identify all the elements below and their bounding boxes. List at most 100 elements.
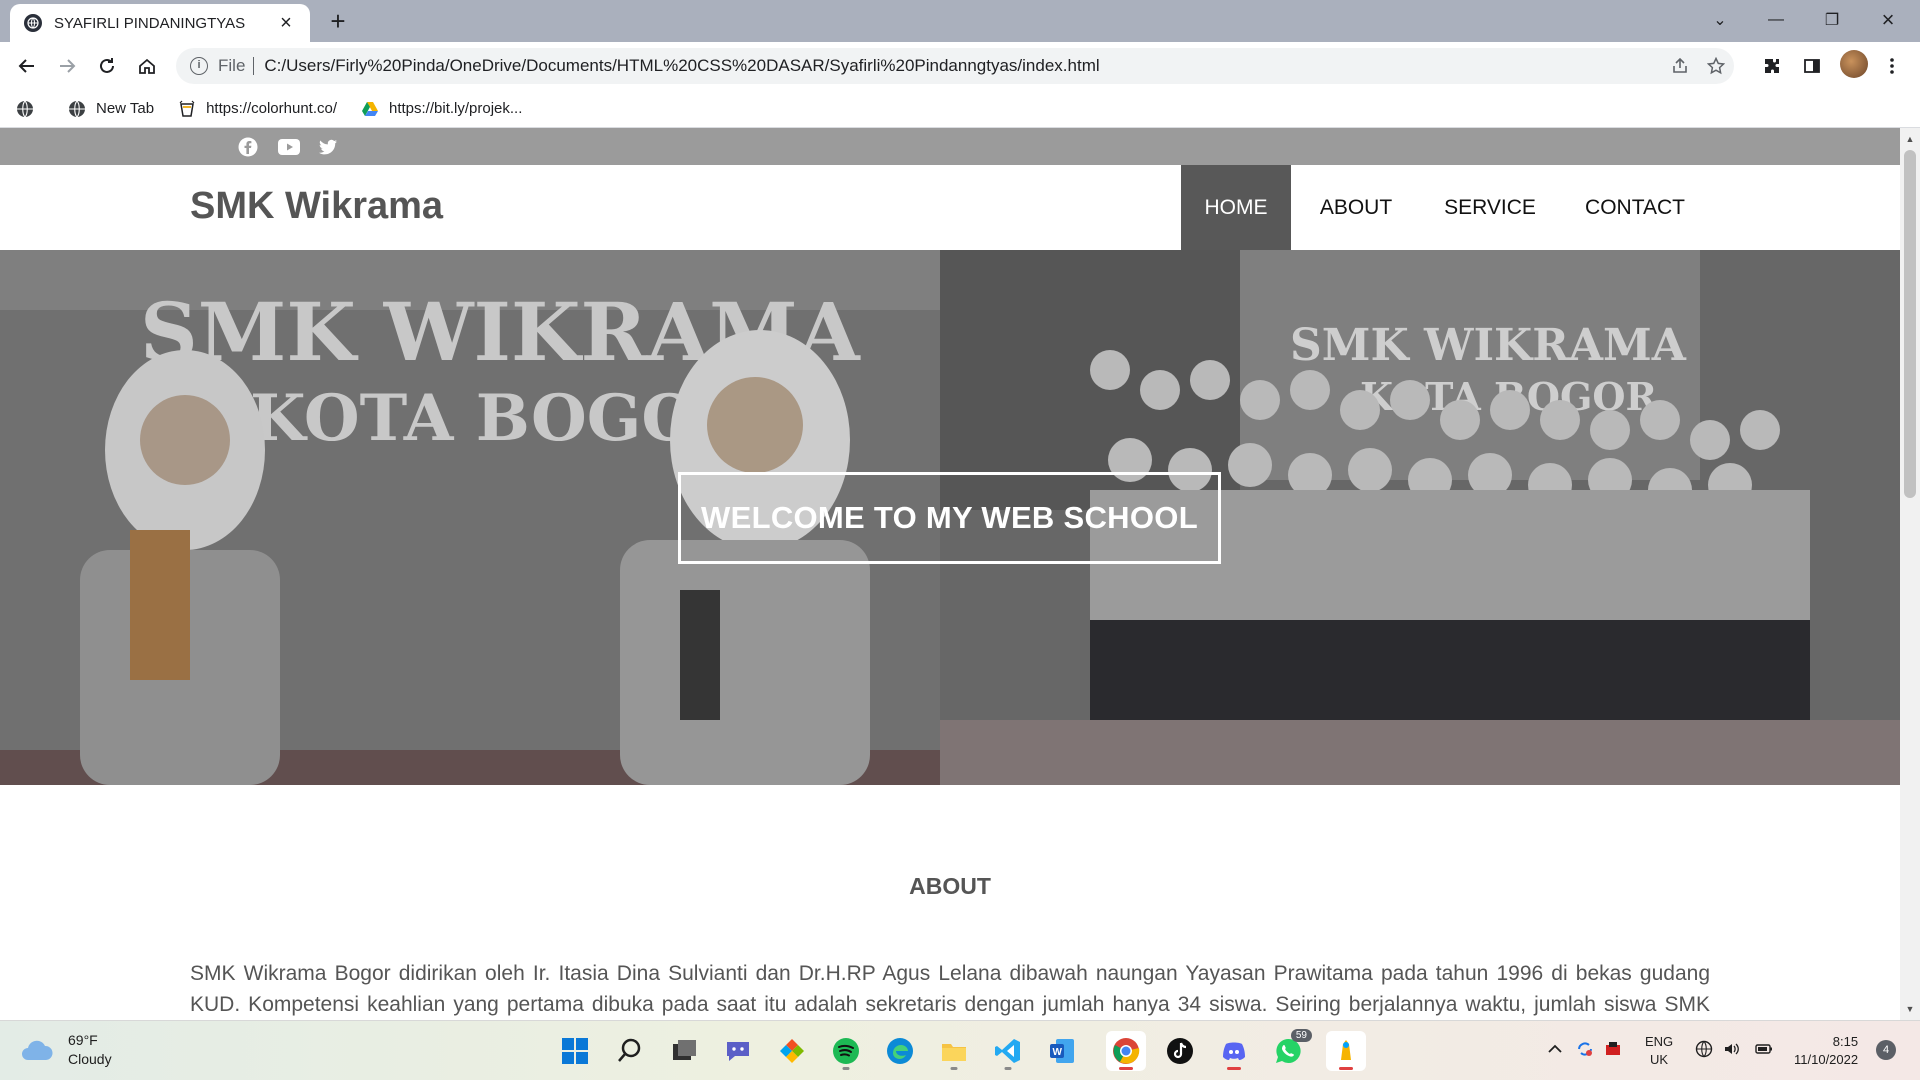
word-button[interactable]: W [1042, 1031, 1082, 1071]
home-button[interactable] [131, 50, 163, 82]
task-view-button[interactable] [664, 1031, 704, 1071]
restore-button[interactable]: ❐ [1804, 0, 1860, 40]
facebook-icon[interactable] [237, 136, 259, 158]
nav-service[interactable]: SERVICE [1421, 165, 1559, 250]
battery-icon[interactable] [1752, 1037, 1776, 1061]
globe-icon [68, 100, 86, 118]
extensions-icon[interactable] [1756, 50, 1788, 82]
page-viewport: SMK Wikrama HOME ABOUT SERVICE CONTACT S… [0, 128, 1900, 1020]
lang-line1: ENG [1645, 1034, 1674, 1049]
nav-about[interactable]: ABOUT [1291, 165, 1421, 250]
language-indicator[interactable]: ENG UK [1645, 1033, 1673, 1069]
arrow-left-icon [18, 59, 34, 73]
teams-chat-icon [727, 1042, 749, 1061]
show-hidden-icons[interactable] [1543, 1037, 1567, 1061]
browser-tab[interactable]: SYAFIRLI PINDANINGTYAS × [10, 4, 310, 42]
clock-time: 8:15 [1832, 1034, 1859, 1049]
scroll-thumb[interactable] [1904, 150, 1916, 498]
word-icon: W [1050, 1039, 1074, 1063]
minimize-button[interactable]: — [1748, 0, 1804, 40]
bookmarks-bar: New Tab https://colorhunt.co/ https://bi… [0, 90, 1920, 128]
hero-banner: SMK WIKRAMA KOTA BOGOR SMK WIKRAMA KOTA … [0, 250, 1900, 785]
globe-icon [24, 14, 42, 32]
forward-button[interactable] [51, 50, 83, 82]
weather-widget[interactable]: 69°F Cloudy [20, 1031, 112, 1069]
social-topbar [0, 128, 1900, 165]
search-button[interactable] [610, 1031, 650, 1071]
close-window-button[interactable]: × [1860, 0, 1916, 40]
folder-icon [942, 1044, 966, 1061]
volume-icon[interactable] [1720, 1037, 1744, 1061]
bookmark-label: https://bit.ly/projek... [389, 100, 523, 117]
app-tray-icon[interactable] [1601, 1037, 1625, 1061]
search-icon [618, 1038, 641, 1062]
vscode-icon [995, 1039, 1020, 1063]
spotify-icon [833, 1038, 859, 1064]
chrome-button[interactable] [1106, 1031, 1146, 1071]
profile-avatar[interactable] [1840, 50, 1868, 78]
running-indicator [950, 1067, 958, 1070]
star-icon[interactable] [1698, 48, 1734, 84]
system-clock[interactable]: 8:15 11/10/2022 [1794, 1033, 1858, 1069]
edge-icon [887, 1038, 913, 1064]
sync-tray-icon[interactable] [1573, 1037, 1597, 1061]
reload-button[interactable] [91, 50, 123, 82]
edge-button[interactable] [880, 1031, 920, 1071]
page-scrollbar[interactable]: ▲ ▼ [1900, 128, 1920, 1020]
weather-temp: 69°F [68, 1032, 98, 1048]
close-tab-icon[interactable]: × [276, 12, 296, 35]
spotify-button[interactable] [826, 1031, 866, 1071]
nav-home[interactable]: HOME [1181, 165, 1291, 250]
bulb-app-button[interactable] [1326, 1031, 1366, 1071]
running-indicator [1339, 1067, 1353, 1070]
vscode-button[interactable] [988, 1031, 1028, 1071]
site-header: SMK Wikrama HOME ABOUT SERVICE CONTACT [0, 165, 1900, 250]
start-button[interactable] [555, 1031, 595, 1071]
url-separator [253, 57, 255, 75]
arrow-right-icon [60, 59, 76, 73]
twitter-icon[interactable] [317, 136, 339, 158]
bookmark-item[interactable] [16, 100, 44, 118]
teams-chat-button[interactable] [718, 1031, 758, 1071]
side-panel-icon[interactable] [1796, 50, 1828, 82]
new-tab-button[interactable]: + [324, 8, 352, 36]
scroll-up-icon[interactable]: ▲ [1905, 134, 1915, 144]
cloud-icon [22, 1040, 53, 1060]
running-indicator [1227, 1067, 1241, 1070]
bookmark-item[interactable]: https://bit.ly/projek... [361, 100, 522, 118]
tab-search-icon[interactable]: ⌄ [1692, 0, 1748, 40]
share-icon[interactable] [1662, 48, 1698, 84]
clock-date: 11/10/2022 [1794, 1052, 1859, 1067]
widget-app-button[interactable] [772, 1031, 812, 1071]
windows-taskbar: 69°F Cloudy W 59 ENG UK 8:15 11/10/2022 … [0, 1020, 1920, 1080]
file-explorer-button[interactable] [934, 1031, 974, 1071]
bulb-app-icon [1341, 1040, 1351, 1060]
url-scheme: File [218, 56, 246, 75]
site-brand[interactable]: SMK Wikrama [190, 185, 443, 228]
about-text: SMK Wikrama Bogor didirikan oleh Ir. Ita… [190, 962, 1710, 1016]
tab-title: SYAFIRLI PINDANINGTYAS [54, 14, 246, 32]
discord-button[interactable] [1214, 1031, 1254, 1071]
chevron-up-icon [1548, 1044, 1562, 1053]
sync-icon [1578, 1042, 1592, 1056]
running-indicator [1119, 1067, 1133, 1070]
network-icon[interactable] [1692, 1037, 1716, 1061]
tab-strip: SYAFIRLI PINDANINGTYAS × + ⌄ — ❐ × [0, 0, 1920, 42]
scroll-down-icon[interactable]: ▼ [1905, 1004, 1915, 1014]
whatsapp-button[interactable]: 59 [1268, 1029, 1312, 1071]
notification-badge: 59 [1290, 1029, 1312, 1042]
bookmark-item[interactable]: New Tab [68, 100, 154, 118]
tiktok-button[interactable] [1160, 1031, 1200, 1071]
discord-icon [1223, 1042, 1245, 1060]
address-bar[interactable]: i File C:/Users/Firly%20Pinda/OneDrive/D… [176, 48, 1734, 84]
browser-toolbar: i File C:/Users/Firly%20Pinda/OneDrive/D… [0, 42, 1920, 90]
url-text[interactable]: C:/Users/Firly%20Pinda/OneDrive/Document… [264, 56, 1662, 76]
youtube-icon[interactable] [277, 136, 301, 158]
bookmark-item[interactable]: https://colorhunt.co/ [178, 100, 337, 118]
menu-kebab-icon[interactable] [1876, 50, 1908, 82]
back-button[interactable] [11, 50, 43, 82]
notification-count[interactable]: 4 [1876, 1040, 1896, 1060]
nav-contact[interactable]: CONTACT [1559, 165, 1711, 250]
info-icon[interactable]: i [190, 57, 208, 75]
bookmark-label: https://colorhunt.co/ [206, 100, 337, 117]
